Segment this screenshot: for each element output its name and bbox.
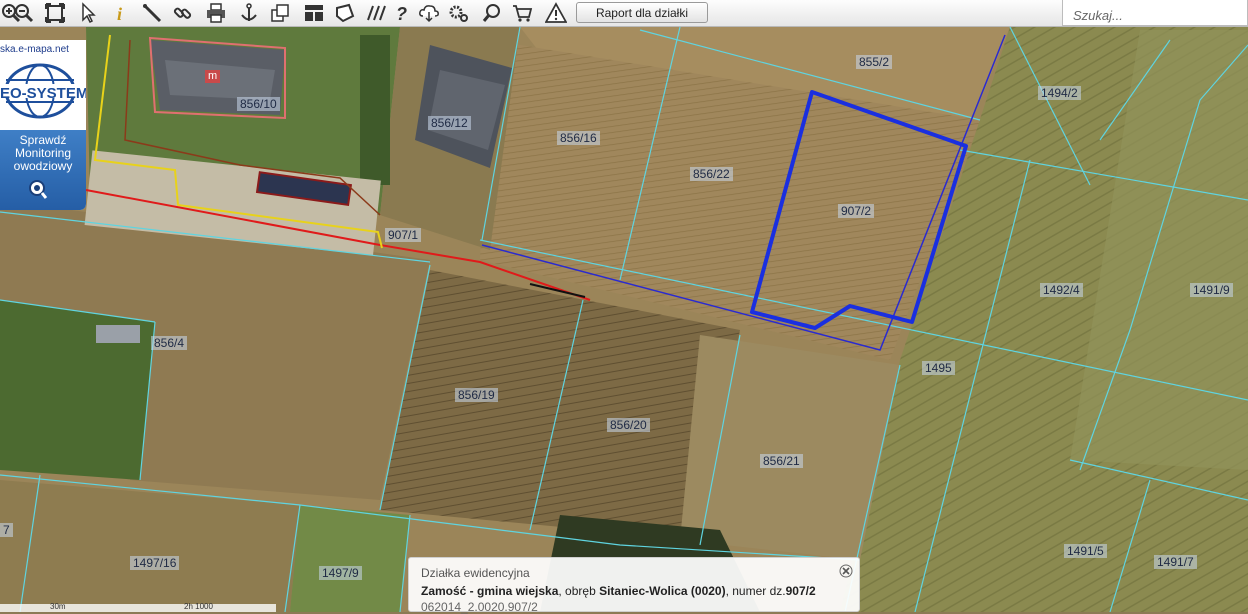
popup-title: Działka ewidencyjna bbox=[421, 566, 530, 580]
polygon-icon[interactable] bbox=[334, 2, 356, 24]
search-input[interactable] bbox=[1062, 0, 1248, 26]
layers-icon[interactable] bbox=[269, 2, 291, 24]
parcel-label[interactable]: 907/2 bbox=[838, 204, 875, 218]
parcel-label[interactable]: 1492/4 bbox=[1040, 283, 1083, 297]
hatch-icon[interactable] bbox=[366, 2, 388, 24]
parcel-label[interactable]: 855/2 bbox=[856, 55, 893, 69]
geo-system-logo[interactable]: ska.e-mapa.net EO-SYSTEM Sprawdź Monitor… bbox=[0, 40, 86, 210]
parcel-label[interactable]: 1491/9 bbox=[1190, 283, 1233, 297]
shed-roof bbox=[96, 325, 140, 343]
parcel-label[interactable]: 1491/7 bbox=[1154, 555, 1197, 569]
parcel-label[interactable]: 856/16 bbox=[557, 131, 600, 145]
magnifier-icon bbox=[29, 180, 48, 199]
popup-precinct: Sitaniec-Wolica (0020) bbox=[599, 584, 726, 598]
parcel-label[interactable]: 856/12 bbox=[428, 116, 471, 130]
cart-icon[interactable] bbox=[511, 2, 533, 24]
help-icon[interactable]: ? bbox=[392, 2, 414, 24]
field-green-south bbox=[290, 505, 410, 612]
flood-monitoring-banner[interactable]: Sprawdź Monitoring owodziowy bbox=[0, 130, 86, 210]
parcel-label[interactable]: 1494/2 bbox=[1038, 86, 1081, 100]
print-icon[interactable] bbox=[205, 2, 227, 24]
parcel-label[interactable]: 907/1 bbox=[385, 228, 422, 242]
parcel-label[interactable]: 1497/16 bbox=[130, 556, 180, 570]
parcel-label[interactable]: 856/20 bbox=[607, 418, 650, 432]
popup-parcel-details: Zamość - gmina wiejska, obręb Sitaniec-W… bbox=[421, 584, 859, 598]
link-icon[interactable] bbox=[172, 2, 194, 24]
svg-text:?: ? bbox=[396, 4, 407, 24]
scale-label: 2h 1000 bbox=[184, 602, 213, 611]
logo-url: ska.e-mapa.net bbox=[0, 44, 69, 55]
close-icon[interactable] bbox=[839, 564, 853, 578]
tree-row bbox=[360, 35, 390, 185]
parcel-label[interactable]: 7 bbox=[0, 523, 13, 537]
toolbar: i ? Raport dla działki bbox=[0, 0, 1248, 27]
svg-text:i: i bbox=[117, 4, 122, 24]
scale-bar: 30m 2h 1000 bbox=[0, 602, 276, 612]
pointer-icon[interactable] bbox=[78, 2, 100, 24]
settings-icon[interactable] bbox=[448, 2, 470, 24]
banner-line: owodziowy bbox=[13, 159, 73, 173]
search-map-icon[interactable] bbox=[481, 2, 503, 24]
precinct-prefix: , obręb bbox=[558, 584, 600, 598]
warning-icon[interactable] bbox=[545, 2, 567, 24]
parcel-label[interactable]: 1491/5 bbox=[1064, 544, 1107, 558]
popup-municipality: Zamość - gmina wiejska bbox=[421, 584, 559, 598]
scale-label: 30m bbox=[50, 602, 66, 611]
full-extent-icon[interactable] bbox=[44, 2, 66, 24]
anchor-icon[interactable] bbox=[238, 2, 260, 24]
parcel-label[interactable]: 1495 bbox=[922, 361, 955, 375]
cloud-download-icon[interactable] bbox=[418, 2, 440, 24]
layout-icon[interactable] bbox=[303, 2, 325, 24]
number-prefix: , numer dz. bbox=[725, 584, 786, 598]
parcel-label[interactable]: 856/10 bbox=[237, 97, 280, 111]
logo-brand: EO-SYSTEM bbox=[0, 85, 86, 102]
parcel-info-popup: Działka ewidencyjna Zamość - gmina wiejs… bbox=[408, 557, 860, 614]
parcel-label[interactable]: 1497/9 bbox=[319, 566, 362, 580]
parcel-label[interactable]: 856/19 bbox=[455, 388, 498, 402]
popup-parcel-number: 907/2 bbox=[785, 584, 816, 598]
info-icon[interactable]: i bbox=[110, 2, 132, 24]
parcel-report-button[interactable]: Raport dla działki bbox=[576, 2, 708, 23]
building-marker: m bbox=[205, 70, 221, 83]
parcel-label[interactable]: 856/4 bbox=[151, 336, 188, 350]
parcel-label[interactable]: 856/21 bbox=[760, 454, 803, 468]
parcel-label[interactable]: 856/22 bbox=[690, 167, 733, 181]
zoom-out-icon[interactable] bbox=[13, 2, 35, 24]
measure-distance-icon[interactable] bbox=[141, 2, 163, 24]
